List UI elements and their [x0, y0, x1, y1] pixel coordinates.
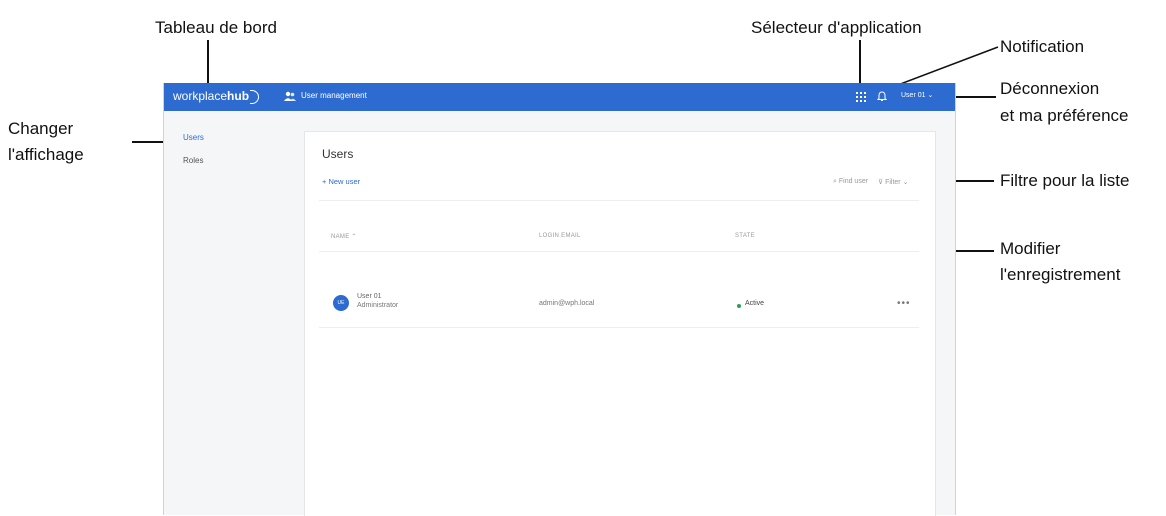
- column-header-login-email: LOGIN EMAIL: [539, 233, 581, 239]
- callout-notification: Notification: [1000, 37, 1085, 56]
- page-title: Users: [322, 147, 354, 161]
- callout-view-line1: Changer: [8, 119, 74, 138]
- logo-bold-text: hub: [227, 89, 250, 103]
- callout-logout-line2: et ma préférence: [1000, 106, 1129, 125]
- callout-app-selector: Sélecteur d'application: [751, 18, 922, 37]
- table-row-divider: [319, 327, 919, 328]
- logo-bracket-icon: [250, 89, 260, 104]
- callout-edit-line1: Modifier: [1000, 239, 1061, 258]
- user-name[interactable]: User 01: [357, 293, 382, 300]
- avatar: UE: [333, 295, 349, 311]
- callout-edit-line2: l'enregistrement: [1000, 265, 1121, 284]
- toolbar-divider: [319, 200, 919, 201]
- status-badge: Active: [745, 300, 765, 307]
- sidebar: Users Roles: [164, 111, 302, 515]
- leader-line-app-selector: [859, 40, 861, 88]
- sidebar-item-roles[interactable]: Roles: [183, 156, 203, 165]
- app-title: User management: [301, 91, 367, 100]
- status-dot-icon: [737, 304, 741, 308]
- workplace-hub-logo[interactable]: workplacehub: [173, 89, 260, 104]
- sidebar-item-users[interactable]: Users: [183, 133, 204, 142]
- user-menu-dropdown[interactable]: User 01 ⌄: [901, 91, 933, 99]
- callout-filter-list: Filtre pour la liste: [1000, 171, 1130, 190]
- app-window: workplacehub User management User 01 ⌄ U…: [163, 83, 956, 516]
- callout-logout-line1: Déconnexion: [1000, 79, 1100, 98]
- notification-bell-icon[interactable]: [877, 90, 887, 102]
- callout-dashboard: Tableau de bord: [155, 18, 277, 37]
- callout-view-line2: l'affichage: [8, 145, 84, 164]
- column-header-name[interactable]: NAME ⌃: [331, 233, 357, 240]
- top-bar: workplacehub User management User 01 ⌄: [164, 83, 955, 111]
- users-icon: [284, 91, 296, 101]
- new-user-button[interactable]: + New user: [322, 177, 360, 186]
- row-more-actions-icon[interactable]: •••: [897, 298, 911, 309]
- users-panel: Users + New user ⌕ Find user ⊽ Filter ⌄ …: [304, 131, 936, 516]
- leader-line-dashboard: [207, 40, 209, 88]
- filter-dropdown[interactable]: ⊽ Filter ⌄: [878, 178, 908, 186]
- header-divider: [319, 251, 919, 252]
- logo-text: workplace: [173, 89, 228, 103]
- user-email: admin@wph.local: [539, 300, 595, 307]
- user-role: Administrator: [357, 302, 399, 309]
- app-selector-grid-icon[interactable]: [856, 92, 866, 102]
- find-user-search[interactable]: ⌕ Find user: [833, 178, 868, 186]
- column-header-state: STATE: [735, 233, 755, 239]
